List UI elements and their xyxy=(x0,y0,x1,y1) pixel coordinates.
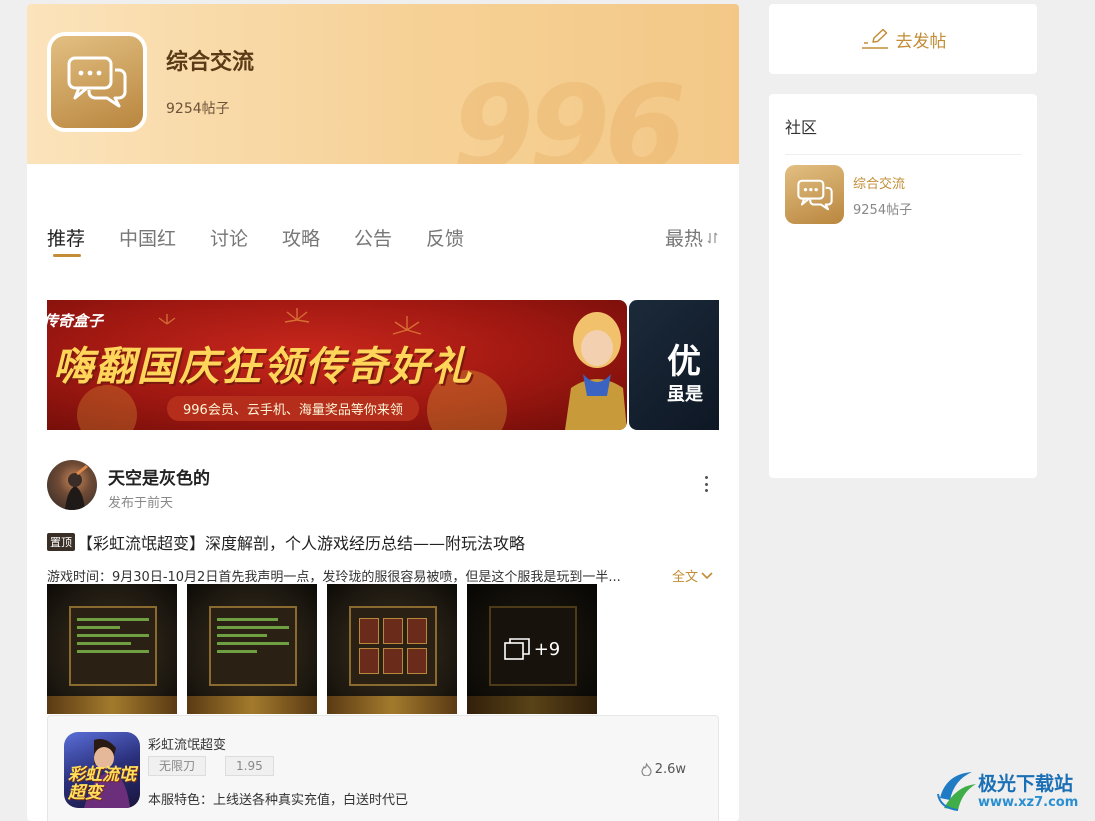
divider xyxy=(785,154,1021,155)
promo-banner-carousel[interactable]: 传奇盒子 嗨翻国庆狂领传奇好礼 996会员、云手机、海量奖品等你来领 优 虽是 xyxy=(47,300,719,430)
post-excerpt: 游戏时间：9月30日-10月2日首先我声明一点，发玲珑的服很容易被喷，但是这个服… xyxy=(47,570,621,585)
author-avatar[interactable] xyxy=(47,460,97,510)
banner-side-subline: 虽是 xyxy=(667,384,703,405)
site-watermark-logo: 极光下载站 www.xz7.com xyxy=(936,766,1092,816)
post-time: 发布于前天 xyxy=(108,496,174,511)
sort-icon xyxy=(707,232,718,243)
post-title[interactable]: 置顶 【彩虹流氓超变】深度解剖，个人游戏经历总结——附玩法攻略 xyxy=(47,530,525,554)
banner-headline: 嗨翻国庆狂领传奇好礼 xyxy=(53,343,473,390)
edit-pencil-icon xyxy=(861,28,888,49)
community-panel: 社区 综合交流 9254帖子 xyxy=(769,94,1037,478)
tab-feedback[interactable]: 反馈 xyxy=(426,224,464,251)
create-post-label: 去发帖 xyxy=(895,31,947,52)
image-stack-icon xyxy=(503,638,530,660)
banner-subline: 996会员、云手机、海量奖品等你来领 xyxy=(167,396,419,421)
post-title-text: 【彩虹流氓超变】深度解剖，个人游戏经历总结——附玩法攻略 xyxy=(77,534,526,553)
game-description: 本服特色：上线送各种真实充值，白送时代已 xyxy=(148,793,409,808)
forum-title: 综合交流 xyxy=(166,50,255,75)
main-column: 996 综合交流 9254帖子 推荐 中国红 讨论 攻略 公告 反馈 最热 传奇… xyxy=(27,4,739,821)
create-post-button[interactable]: 去发帖 xyxy=(769,4,1037,74)
game-name[interactable]: 彩虹流氓超变 xyxy=(148,734,226,753)
sort-label: 最热 xyxy=(664,228,703,250)
community-item-count: 9254帖子 xyxy=(853,203,913,218)
chevron-down-icon xyxy=(701,571,713,579)
post-image-grid: +9 xyxy=(47,584,607,714)
community-item-name: 综合交流 xyxy=(853,177,906,192)
more-images-overlay: +9 xyxy=(467,584,597,714)
post-image[interactable] xyxy=(187,584,317,714)
post-image[interactable] xyxy=(47,584,177,714)
game-tag: 无限刀 xyxy=(148,756,207,776)
active-tab-indicator xyxy=(53,254,81,257)
post-image[interactable] xyxy=(327,584,457,714)
game-icon-text: 彩虹流氓超变 xyxy=(68,765,136,803)
banner-side-headline: 优 xyxy=(667,342,701,382)
flame-icon xyxy=(641,763,652,776)
game-popularity: 2.6w xyxy=(641,762,686,777)
aurora-logo-icon xyxy=(937,772,976,811)
game-tag: 1.95 xyxy=(225,756,274,776)
tab-discussion[interactable]: 讨论 xyxy=(210,224,248,251)
related-game-card[interactable]: 彩虹流氓超变 彩虹流氓超变 无限刀 1.95 本服特色：上线送各种真实充值，白送… xyxy=(47,715,719,821)
tab-guides[interactable]: 攻略 xyxy=(282,224,320,251)
game-hot-count: 2.6w xyxy=(654,762,686,777)
promo-banner-next[interactable]: 优 虽是 xyxy=(629,300,719,430)
author-name[interactable]: 天空是灰色的 xyxy=(108,464,210,489)
more-images-count: +9 xyxy=(533,638,561,660)
forum-header: 996 综合交流 9254帖子 xyxy=(27,4,739,164)
tab-china-red[interactable]: 中国红 xyxy=(119,224,176,251)
more-options-icon[interactable] xyxy=(701,474,711,494)
logo-title: 极光下载站 xyxy=(978,773,1074,795)
read-full-link[interactable]: 全文 xyxy=(672,566,713,585)
tab-recommend[interactable]: 推荐 xyxy=(47,224,85,251)
hero-watermark: 996 xyxy=(452,59,686,164)
chat-bubbles-icon xyxy=(47,32,147,132)
chat-bubbles-icon xyxy=(785,165,844,224)
pinned-badge: 置顶 xyxy=(47,533,75,551)
post-image-more[interactable]: +9 xyxy=(467,584,597,714)
banner-character-illustration xyxy=(565,312,627,430)
tab-bar: 推荐 中国红 讨论 攻略 公告 反馈 最热 xyxy=(47,224,719,264)
community-item-general[interactable]: 综合交流 9254帖子 xyxy=(785,165,1021,225)
game-icon[interactable]: 彩虹流氓超变 xyxy=(64,732,140,808)
promo-banner-national-day[interactable]: 传奇盒子 嗨翻国庆狂领传奇好礼 996会员、云手机、海量奖品等你来领 xyxy=(47,300,627,430)
forum-post-count: 9254帖子 xyxy=(166,101,230,117)
logo-url: www.xz7.com xyxy=(978,795,1079,810)
banner-brand: 传奇盒子 xyxy=(47,312,104,330)
read-full-label: 全文 xyxy=(671,570,698,585)
sort-dropdown[interactable]: 最热 xyxy=(665,224,719,251)
community-title: 社区 xyxy=(785,118,818,137)
tab-announcements[interactable]: 公告 xyxy=(354,224,392,251)
